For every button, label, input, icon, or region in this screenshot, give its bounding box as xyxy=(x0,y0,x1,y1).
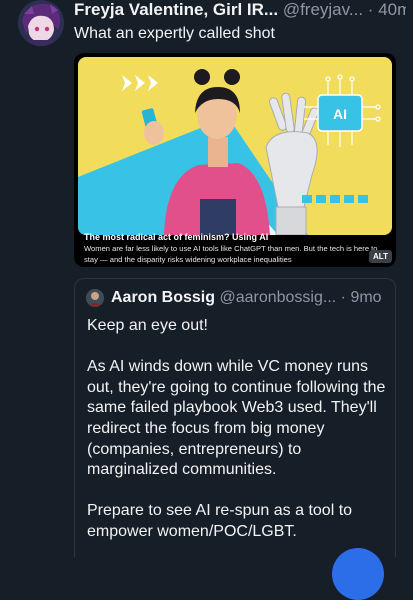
quote-header: Aaron Bossig @aaronbossig... · 9mo xyxy=(111,288,391,308)
separator: · xyxy=(340,289,346,306)
separator: · xyxy=(367,0,374,19)
author-name[interactable]: Freyja Valentine, Girl IR... xyxy=(74,0,278,19)
quote-paragraph: Prepare to see AI re-spun as a tool to e… xyxy=(87,502,353,540)
author-avatar[interactable] xyxy=(18,0,64,46)
card-title: The most radical act of feminism? Using … xyxy=(84,232,269,242)
quote-time[interactable]: 9mo xyxy=(350,289,381,306)
quote-paragraph: Keep an eye out! xyxy=(87,317,208,334)
card-description: Women are far less likely to use AI tool… xyxy=(84,244,378,264)
alt-badge[interactable]: ALT xyxy=(369,250,392,263)
quote-author-avatar[interactable] xyxy=(86,289,104,307)
post-header: Freyja Valentine, Girl IR... @freyjav...… xyxy=(74,0,406,20)
card-image: AI xyxy=(78,57,392,235)
quote-author-handle[interactable]: @aaronbossig... xyxy=(219,289,336,306)
post-text: What an expertly called shot xyxy=(74,25,275,42)
link-card[interactable]: AI The most radical act of feminism? Usi… xyxy=(74,53,396,267)
ai-chip-label: AI xyxy=(333,106,347,122)
post-time[interactable]: 40m xyxy=(378,0,406,19)
quote-body: Keep an eye out! As AI winds down while … xyxy=(87,316,389,563)
quote-author-name[interactable]: Aaron Bossig xyxy=(111,289,215,306)
quoted-post[interactable]: Aaron Bossig @aaronbossig... · 9mo Keep … xyxy=(74,278,396,557)
compose-fab-button[interactable] xyxy=(332,548,384,600)
quote-paragraph: As AI winds down while VC money runs out… xyxy=(87,358,386,479)
author-handle[interactable]: @freyjav... xyxy=(283,0,363,19)
